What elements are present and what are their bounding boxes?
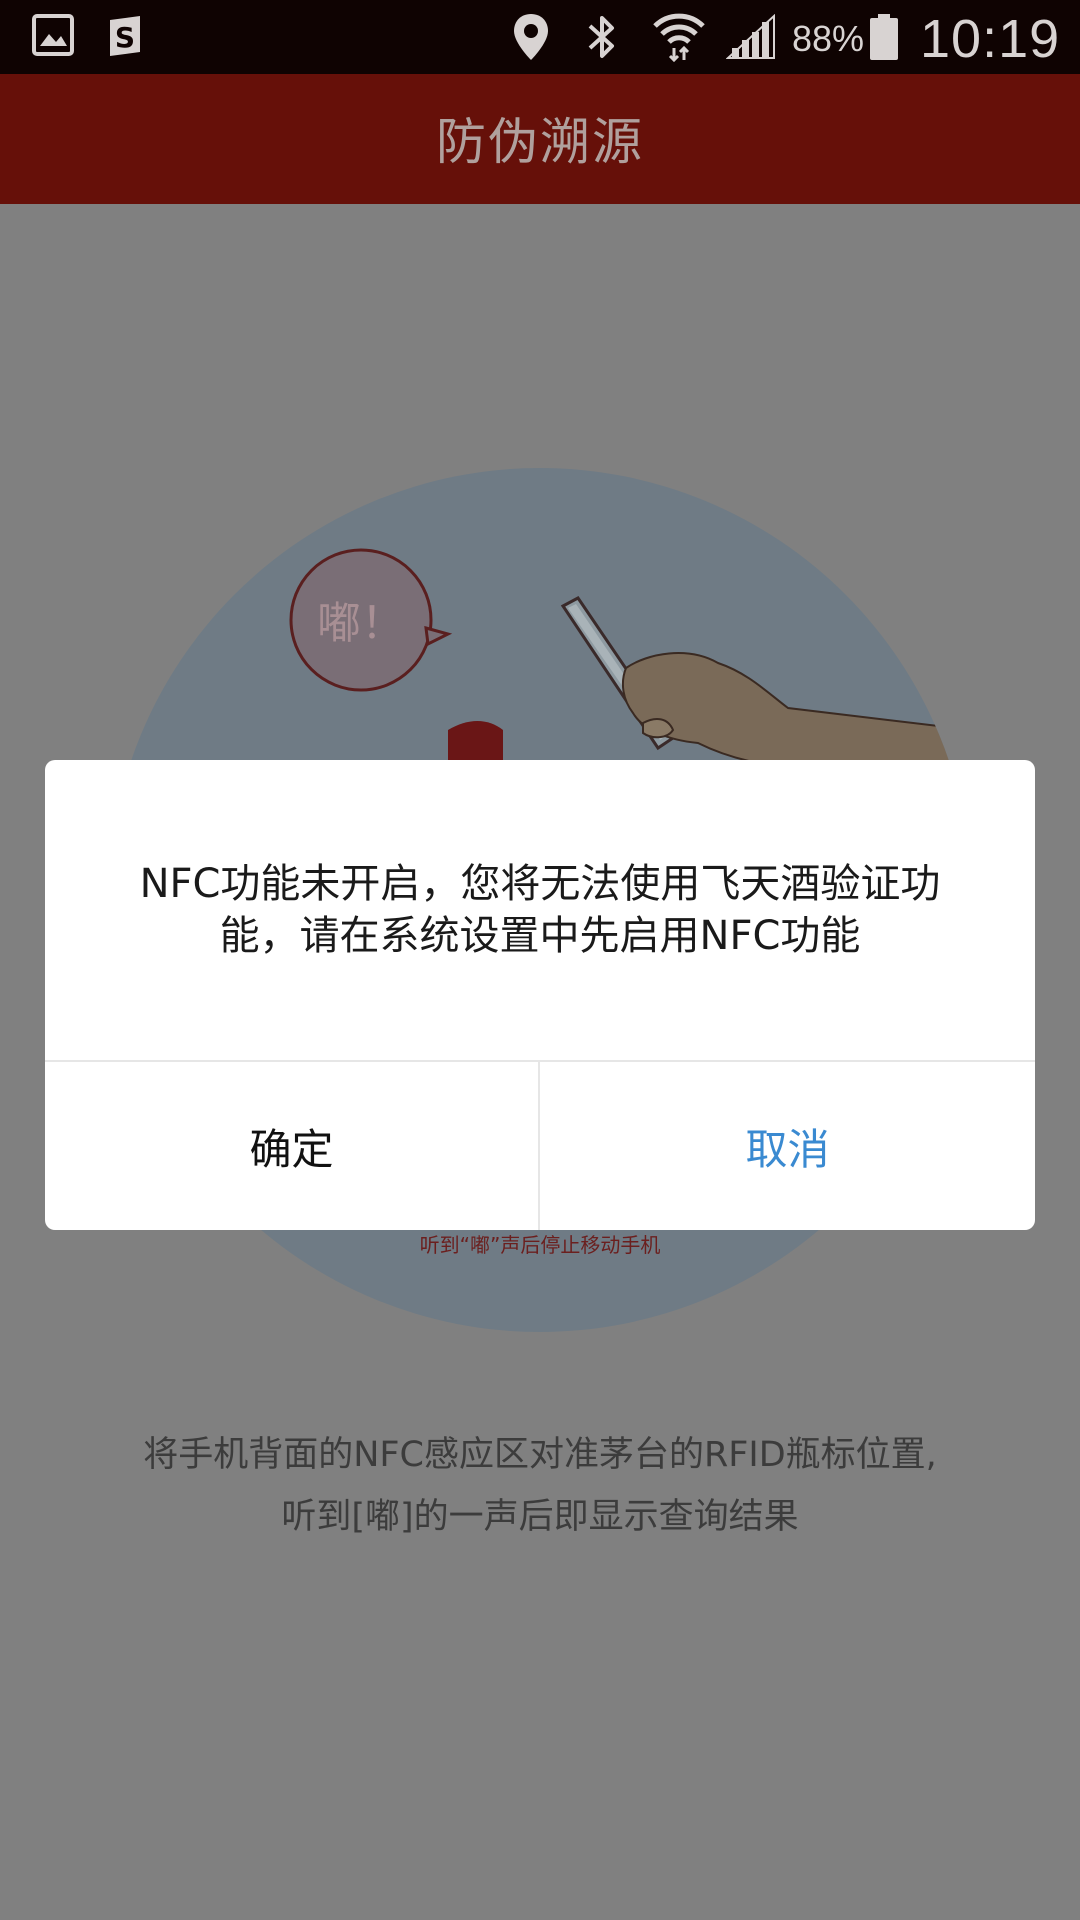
- cancel-button[interactable]: 取消: [540, 1062, 1035, 1230]
- svg-text:嘟！: 嘟！: [317, 598, 405, 649]
- dialog-message-line-1: NFC功能未开启，您将无法使用飞天酒验证功: [139, 861, 941, 907]
- app-header: 防伪溯源: [0, 74, 1080, 204]
- hand-icon: [621, 652, 972, 769]
- bluetooth-icon: [584, 12, 620, 66]
- signal-icon: [725, 13, 776, 64]
- gallery-icon: [32, 14, 74, 60]
- status-bar: S 88% 10:19: [0, 0, 1080, 74]
- speech-bubble-icon: 嘟！: [289, 548, 453, 692]
- clock: 10:19: [920, 9, 1061, 69]
- battery-icon: [868, 12, 900, 66]
- wifi-icon: [652, 10, 706, 66]
- svg-text:S: S: [115, 21, 135, 54]
- nfc-disabled-dialog: NFC功能未开启，您将无法使用飞天酒验证功 能，请在系统设置中先启用NFC功能 …: [45, 760, 1035, 1230]
- confirm-button[interactable]: 确定: [45, 1062, 538, 1230]
- battery-percent: 88%: [792, 18, 865, 59]
- s-app-icon: S: [104, 14, 146, 62]
- instruction-line-2: 听到[嘟]的一声后即显示查询结果: [281, 1497, 799, 1537]
- nfc-instruction: 将手机背面的NFC感应区对准茅台的RFID瓶标位置, 听到[嘟]的一声后即显示查…: [0, 1424, 1080, 1548]
- dialog-message-line-2: 能，请在系统设置中先启用NFC功能: [219, 913, 861, 959]
- location-icon: [512, 12, 550, 66]
- illustration-caption: 听到“嘟”声后停止移动手机: [419, 1233, 661, 1257]
- page-title: 防伪溯源: [436, 113, 644, 171]
- dialog-message: NFC功能未开启，您将无法使用飞天酒验证功 能，请在系统设置中先启用NFC功能: [85, 858, 995, 962]
- instruction-line-1: 将手机背面的NFC感应区对准茅台的RFID瓶标位置,: [143, 1435, 937, 1475]
